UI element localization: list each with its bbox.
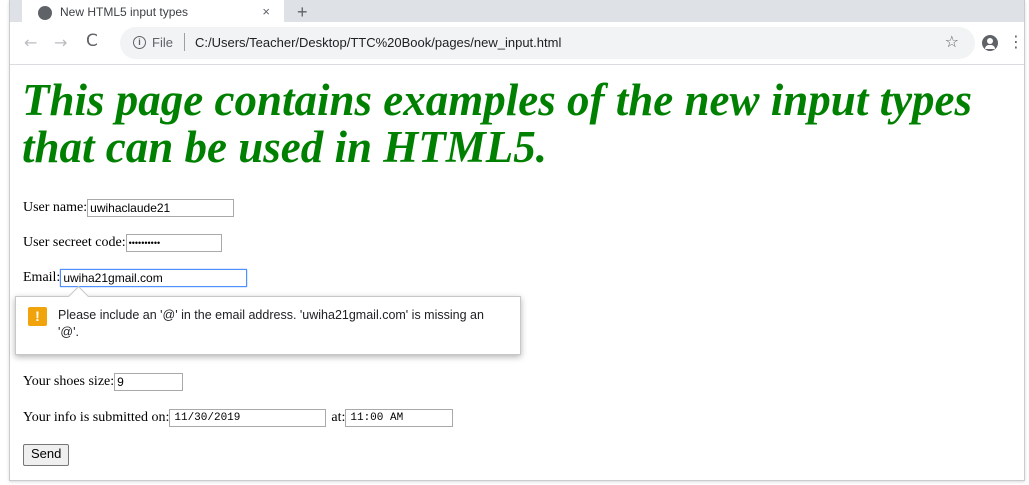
email-row: Email: uwiha21gmail.com (23, 268, 248, 288)
email-label: Email: (23, 270, 61, 285)
info-icon[interactable]: i (133, 36, 146, 49)
forward-icon[interactable]: → (54, 33, 67, 52)
secret-row: User secreet code: •••••••••• (23, 233, 222, 253)
validation-message: Please include an '@' in the email addre… (58, 308, 484, 339)
date-input[interactable]: 11/30/2019 (169, 409, 327, 427)
page-heading: This page contains examples of the new i… (22, 75, 973, 172)
file-label: File (152, 35, 173, 50)
globe-icon (38, 6, 52, 20)
shoes-row: Your shoes size: 9 (23, 372, 184, 392)
time-label: at: (331, 410, 346, 425)
tooltip-arrow (67, 285, 90, 308)
password-input[interactable]: •••••••••• (125, 234, 222, 252)
divider (184, 33, 185, 51)
username-row: User name: uwihaclaude21 (23, 198, 235, 218)
bookmark-star-icon[interactable]: ☆ (945, 32, 959, 51)
back-icon[interactable]: ← (24, 33, 37, 52)
toolbar: ← → C i File C:/Users/Teacher/Desktop/TT… (10, 22, 1024, 65)
time-input[interactable]: 11:00 AM (345, 409, 454, 427)
menu-icon[interactable]: ⋮ (1008, 32, 1024, 51)
validation-tooltip: ! Please include an '@' in the email add… (15, 285, 521, 355)
shoes-size-input[interactable]: 9 (114, 373, 184, 391)
submitted-row: Your info is submitted on: 11/30/2019 at… (23, 408, 454, 428)
tab-active[interactable]: New HTML5 input types × (22, 0, 284, 22)
email-input[interactable]: uwiha21gmail.com (60, 269, 248, 287)
secret-label: User secreet code: (23, 235, 126, 250)
close-tab-icon[interactable]: × (262, 4, 270, 19)
address-bar[interactable]: i File C:/Users/Teacher/Desktop/TTC%20Bo… (120, 27, 975, 59)
tab-title: New HTML5 input types (60, 5, 189, 19)
warning-icon: ! (28, 307, 47, 326)
username-label: User name: (23, 200, 88, 215)
send-button[interactable]: Send (23, 444, 70, 466)
new-tab-icon[interactable]: + (297, 2, 308, 23)
browser-window: New HTML5 input types × + ← → C i File C… (9, 0, 1025, 481)
submitted-label: Your info is submitted on: (23, 410, 170, 425)
profile-icon[interactable] (982, 35, 998, 51)
url-text[interactable]: C:/Users/Teacher/Desktop/TTC%20Book/page… (195, 35, 561, 50)
reload-icon[interactable]: C (86, 31, 98, 51)
shoes-label: Your shoes size: (23, 374, 115, 389)
username-input[interactable]: uwihaclaude21 (87, 199, 235, 217)
tab-strip: New HTML5 input types × + (10, 0, 1024, 22)
